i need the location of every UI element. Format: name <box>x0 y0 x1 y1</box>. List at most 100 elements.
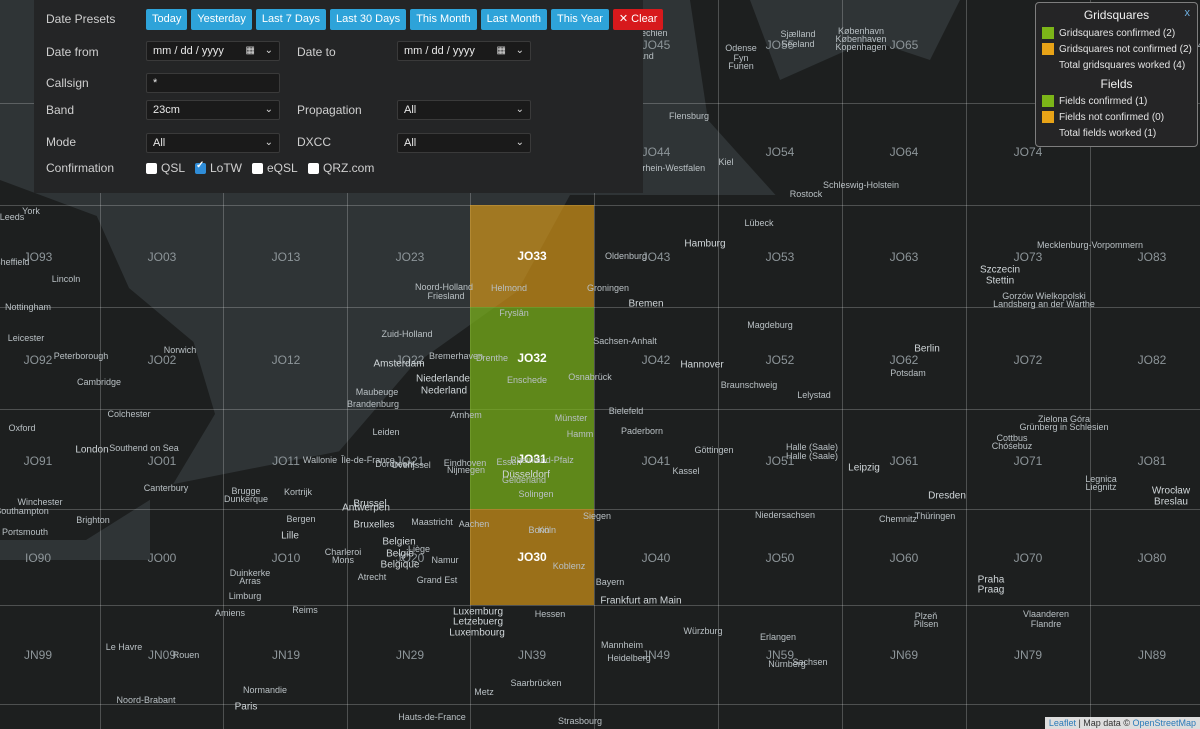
map-place-label: Atrecht <box>357 572 387 582</box>
grid-square-label: JO53 <box>765 250 795 264</box>
map-place-label: Hauts-de-France <box>398 712 466 722</box>
leaflet-link[interactable]: Leaflet <box>1049 718 1076 728</box>
grid-square-label: JO23 <box>395 250 425 264</box>
openstreetmap-link[interactable]: OpenStreetMap <box>1132 718 1196 728</box>
map-place-label: Canterbury <box>143 483 189 493</box>
legend-text: Total fields worked (1) <box>1059 127 1157 139</box>
map-place-label: Bayern <box>595 577 625 587</box>
clear-button[interactable]: ✕ Clear <box>612 9 664 30</box>
confirmation-label: Confirmation <box>46 161 115 175</box>
date-to-input[interactable]: mm / dd / yyyy ▦ ⌄ <box>397 41 531 61</box>
legend-item-gridsquares-confirmed: Gridsquares confirmed (2) <box>1042 27 1175 39</box>
grid-square-label: JO82 <box>1137 353 1167 367</box>
qsl-checkbox[interactable]: QSL <box>146 161 185 175</box>
map-place-label: Kopenhagen <box>835 42 887 52</box>
grid-square-label: JO11 <box>272 454 300 468</box>
grid-line <box>842 0 843 729</box>
map-place-label: Göttingen <box>694 445 734 455</box>
preset-today-button[interactable]: Today <box>146 9 188 30</box>
map-place-label: Heidelberg <box>607 653 651 663</box>
checkbox-box-checked[interactable] <box>195 160 206 174</box>
lotw-checkbox[interactable]: LoTW <box>195 160 242 175</box>
map-place-label: Hamm <box>566 429 594 439</box>
worked-square-jo33[interactable]: JO33 <box>470 205 594 307</box>
map-place-label: Praag <box>977 584 1005 596</box>
qsl-checkbox-label: QSL <box>161 161 186 175</box>
map-place-label: Lincoln <box>51 274 81 284</box>
map-place-label: Hamburg <box>684 238 726 250</box>
chevron-down-icon: ⌄ <box>264 137 273 148</box>
map-place-label: Sjælland <box>780 29 816 39</box>
preset-this-month-button[interactable]: This Month <box>410 9 477 30</box>
preset-last-30-days-button[interactable]: Last 30 Days <box>329 9 407 30</box>
dxcc-select[interactable]: All ⌄ <box>397 133 531 153</box>
legend-item-gridsquares-total: Total gridsquares worked (4) <box>1042 59 1185 71</box>
mode-select[interactable]: All ⌄ <box>146 133 280 153</box>
callsign-input[interactable]: * <box>146 73 280 93</box>
map-place-label: Mons <box>331 555 355 565</box>
map-place-label: Southampton <box>0 506 49 516</box>
map-place-label: Colchester <box>107 409 151 419</box>
map-place-label: York <box>22 206 40 216</box>
legend-item-fields-not-confirmed: Fields not confirmed (0) <box>1042 111 1164 123</box>
preset-last-month-button[interactable]: Last Month <box>480 9 548 30</box>
grid-square-label: JN89 <box>1137 648 1167 662</box>
grid-square-label: JO52 <box>765 353 795 367</box>
date-from-input[interactable]: mm / dd / yyyy ▦ ⌄ <box>146 41 280 61</box>
map-place-label: Liegnitz <box>1085 482 1117 492</box>
eqsl-checkbox[interactable]: eQSL <box>252 161 298 175</box>
legend-text: Fields not confirmed (0) <box>1059 111 1165 123</box>
square-label: JO32 <box>517 351 547 365</box>
map-place-label: Siegen <box>582 511 612 521</box>
map-place-label: Peterborough <box>53 351 109 361</box>
checkbox-box[interactable] <box>308 162 319 174</box>
map-place-label: Oxford <box>8 423 36 433</box>
map-place-label: Dresden <box>928 490 966 502</box>
date-from-value: mm / dd / yyyy <box>153 45 224 57</box>
map-place-label: Sachsen-Anhalt <box>593 336 657 346</box>
map-place-label: Schleswig-Holstein <box>822 180 900 190</box>
chevron-down-icon: ⌄ <box>264 45 273 56</box>
preset-this-year-button[interactable]: This Year <box>551 9 609 30</box>
map-place-label: Cambridge <box>76 377 122 387</box>
map-place-label: Rostock <box>789 189 823 199</box>
mode-label: Mode <box>46 135 77 149</box>
map-place-label: Paris <box>234 701 258 713</box>
grid-square-label: JO12 <box>271 353 301 367</box>
checkbox-box[interactable] <box>146 162 157 174</box>
preset-last-7-days-button[interactable]: Last 7 Days <box>255 9 326 30</box>
map-place-label: Enschede <box>506 375 548 385</box>
map-place-label: Leipzig <box>848 462 880 474</box>
checkbox-box[interactable] <box>252 162 263 174</box>
map-place-label: Overijssel <box>391 460 431 470</box>
legend-text: Fields confirmed (1) <box>1059 95 1148 107</box>
map-place-label: Kiel <box>718 157 734 167</box>
propagation-select[interactable]: All ⌄ <box>397 100 531 120</box>
map-place-label: Braunschweig <box>720 380 778 390</box>
grid-square-label: JN39 <box>517 648 547 662</box>
map-place-label: Erlangen <box>759 632 797 642</box>
map-place-label: Funen <box>728 61 754 71</box>
chevron-down-icon: ⌄ <box>515 45 524 56</box>
grid-square-label: JO00 <box>147 551 177 565</box>
qrz-checkbox[interactable]: QRZ.com <box>308 161 374 175</box>
map-place-label: Münster <box>554 413 588 423</box>
map-place-label: Niedersachsen <box>754 510 816 520</box>
map-place-label: Brighton <box>76 515 110 525</box>
map-place-label: Strasbourg <box>557 716 603 726</box>
map-place-label: Magdeburg <box>747 320 793 330</box>
legend-item-fields-total: Total fields worked (1) <box>1042 127 1156 139</box>
map-place-label: Helmond <box>490 283 528 293</box>
grid-square-label: JO60 <box>889 551 919 565</box>
band-select[interactable]: 23cm ⌄ <box>146 100 280 120</box>
map-place-label: Pilsen <box>913 619 939 629</box>
grid-square-label: JO65 <box>889 38 919 52</box>
grid-square-label: JO40 <box>641 551 671 565</box>
calendar-icon[interactable]: ▦ <box>246 42 255 60</box>
grid-line <box>0 704 1200 705</box>
attribution-text: | Map data © <box>1075 718 1133 728</box>
map-place-label: Sheffield <box>0 257 30 267</box>
grid-square-label: JO10 <box>271 551 301 565</box>
preset-yesterday-button[interactable]: Yesterday <box>191 9 252 30</box>
calendar-icon[interactable]: ▦ <box>497 42 506 60</box>
